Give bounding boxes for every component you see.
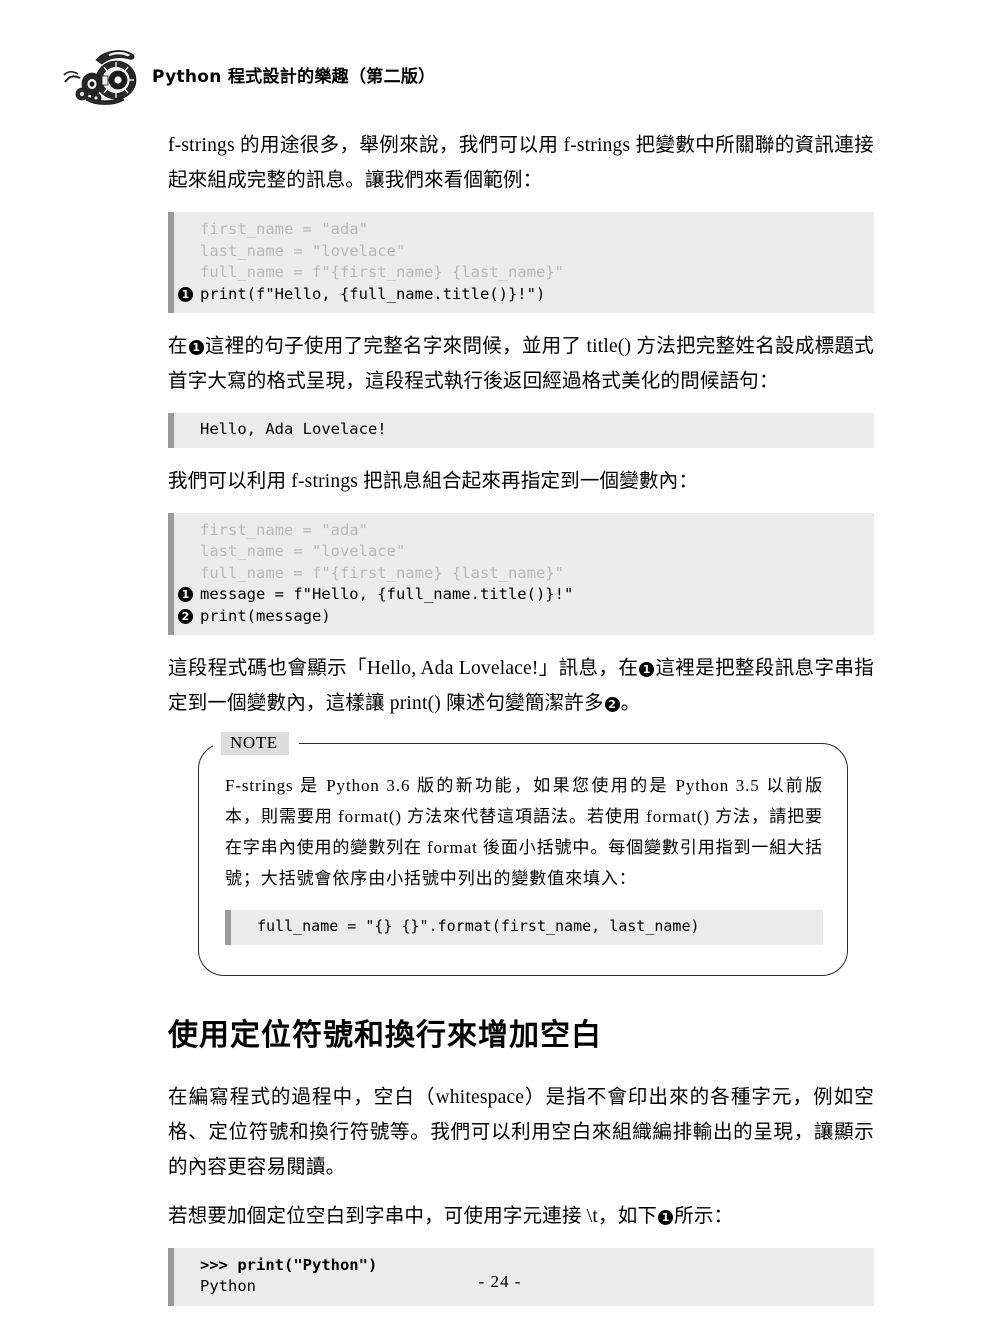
callout-number-2: 2 xyxy=(604,697,620,712)
code-line: full_name = f"{first_name} {last_name}" xyxy=(200,263,564,281)
code-callout-marker: 1 xyxy=(178,284,200,306)
code-line: Hello, Ada Lovelace! xyxy=(200,420,387,438)
code-line: first_name = "ada" xyxy=(200,520,368,539)
code-line: last_name = "lovelace" xyxy=(200,542,406,560)
code-block-format-method: full_name = "{} {}".format(first_name, l… xyxy=(225,910,823,945)
code-callout-marker: 1 xyxy=(178,584,200,606)
page-content: f-strings 的用途很多，舉例來說，我們可以用 f-strings 把變數… xyxy=(168,128,874,1322)
code-line: last_name = "lovelace" xyxy=(200,241,406,260)
code-line: full_name = "{} {}".format(first_name, l… xyxy=(257,917,700,935)
note-box: NOTE F-strings 是 Python 3.6 版的新功能，如果您使用的… xyxy=(198,732,848,976)
callout-number-2: 2 xyxy=(178,608,193,624)
code-line: 1 print(f"Hello, {full_name.title()}!") xyxy=(174,284,874,306)
output-block-greeting: Hello, Ada Lovelace! xyxy=(168,413,874,448)
note-callout: NOTE F-strings 是 Python 3.6 版的新功能，如果您使用的… xyxy=(198,732,848,976)
paragraph-intro: f-strings 的用途很多，舉例來說，我們可以用 f-strings 把變數… xyxy=(168,135,874,191)
code-line: first_name = "ada" xyxy=(200,220,368,238)
note-paragraph: F-strings 是 Python 3.6 版的新功能，如果您使用的是 Pyt… xyxy=(225,776,824,888)
page-header: Python 程式設計的樂趣（第二版） xyxy=(62,44,942,106)
code-block-message-variable: first_name = "ada" last_name = "lovelace… xyxy=(168,512,874,635)
callout-number-1: 1 xyxy=(178,286,193,302)
page-number: - 24 - xyxy=(478,1272,522,1291)
paragraph-explain-title: 在 1 這裡的句子使用了完整名字來問候，並用了 title() 方法把完整姓名設成標… xyxy=(168,336,874,392)
paragraph-tab-intro: 若想要加個定位空白到字串中，可使用字元連接 \t，如下 1 所示： xyxy=(168,1205,734,1227)
mechanical-camera-illustration-icon xyxy=(62,44,148,106)
code-line: 1 message = f"Hello, {full_name.title()}!… xyxy=(174,584,874,606)
code-block-fstring-print: first_name = "ada" last_name = "lovelace… xyxy=(168,212,874,313)
book-title: Python 程式設計的樂趣（第二版） xyxy=(152,66,436,87)
callout-number-1: 1 xyxy=(639,662,655,677)
note-label: NOTE xyxy=(221,732,289,755)
code-callout-marker: 2 xyxy=(178,606,200,628)
paragraph-whitespace: 在編寫程式的過程中，空白（whitespace）是指不會印出來的各種字元，例如空… xyxy=(168,1086,874,1178)
paragraph-assign-variable: 我們可以利用 f-strings 把訊息組合起來再指定到一個變數內： xyxy=(168,470,699,492)
paragraph-summary: 這段程式碼也會顯示「Hello, Ada Lovelace!」訊息，在 1 這裡是把… xyxy=(168,658,874,714)
code-line: 2 print(message) xyxy=(174,606,874,628)
code-line: full_name = f"{first_name} {last_name}" xyxy=(200,563,564,582)
callout-number-1: 1 xyxy=(178,587,193,602)
callout-number-1: 1 xyxy=(188,340,204,355)
page-footer: - 24 - xyxy=(0,1272,1000,1292)
section-heading: 使用定位符號和換行來增加空白 xyxy=(168,1017,602,1053)
callout-number-1: 1 xyxy=(658,1209,674,1225)
